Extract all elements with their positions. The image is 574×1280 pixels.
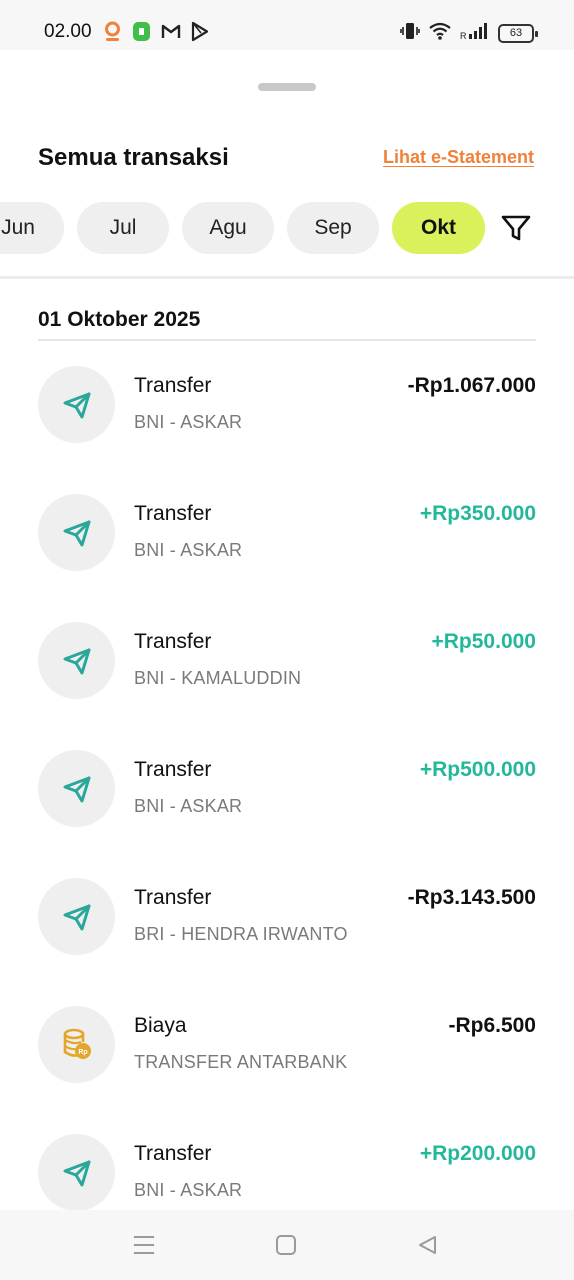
gmail-icon [161, 21, 181, 42]
month-filter: Jun Jul Agu Sep Okt [0, 202, 574, 254]
transaction-type: Transfer [134, 630, 212, 653]
status-icons-left [103, 21, 209, 42]
transaction-description: BNI - ASKAR [134, 412, 243, 432]
paper-plane-icon [38, 366, 115, 443]
svg-text:Rp: Rp [78, 1049, 87, 1056]
wifi-icon [428, 21, 452, 46]
system-nav-bar [0, 1210, 574, 1280]
filter-icon[interactable] [500, 212, 532, 244]
paper-plane-icon [38, 750, 115, 827]
paper-plane-icon [38, 878, 115, 955]
transaction-amount: -Rp1.067.000 [407, 374, 536, 397]
page-title: Semua transaksi [38, 144, 229, 171]
transaction-amount: -Rp6.500 [448, 1014, 536, 1037]
coins-icon: Rp [38, 1006, 115, 1083]
month-chip-jul[interactable]: Jul [77, 202, 169, 254]
transaction-item[interactable]: Rp Biaya TRANSFER ANTARBANK -Rp6.500 [0, 1006, 574, 1134]
transaction-description: TRANSFER ANTARBANK [134, 1052, 348, 1072]
back-icon[interactable] [414, 1232, 440, 1258]
play-icon [190, 21, 209, 42]
transaction-type: Transfer [134, 886, 212, 909]
transaction-type: Transfer [134, 374, 212, 397]
transaction-item[interactable]: Transfer BRI - HENDRA IRWANTO -Rp3.143.5… [0, 878, 574, 1006]
transaction-description: BRI - HENDRA IRWANTO [134, 924, 348, 944]
divider [0, 276, 574, 279]
date-divider [38, 339, 536, 341]
transaction-description: BNI - ASKAR [134, 540, 243, 560]
transaction-item[interactable]: Transfer BNI - ASKAR -Rp1.067.000 [0, 366, 574, 494]
paper-plane-icon [38, 622, 115, 699]
transaction-type: Transfer [134, 502, 212, 525]
paper-plane-icon [38, 1134, 115, 1210]
transaction-type: Transfer [134, 1142, 212, 1165]
month-chip-okt[interactable]: Okt [392, 202, 485, 254]
transaction-description: BNI - KAMALUDDIN [134, 668, 302, 688]
transaction-amount: +Rp200.000 [419, 1142, 536, 1165]
status-icons-right: R 63 [400, 21, 538, 46]
transaction-description: BNI - ASKAR [134, 1180, 243, 1200]
transaction-amount: +Rp500.000 [419, 758, 536, 781]
signal-icon: R [460, 21, 490, 46]
transaction-description: BNI - ASKAR [134, 796, 243, 816]
battery-icon: 63 [498, 24, 538, 43]
transactions-sheet: Semua transaksi Lihat e-Statement Jun Ju… [0, 50, 574, 1210]
home-icon[interactable] [273, 1232, 299, 1258]
transaction-type: Biaya [134, 1014, 187, 1037]
location-icon [103, 21, 122, 42]
paper-plane-icon [38, 494, 115, 571]
drag-handle[interactable] [258, 83, 316, 91]
transaction-item[interactable]: Transfer BNI - ASKAR +Rp500.000 [0, 750, 574, 878]
menu-icon[interactable] [131, 1232, 157, 1258]
vibrate-icon [400, 21, 420, 46]
transaction-amount: +Rp350.000 [419, 502, 536, 525]
month-chip-sep[interactable]: Sep [287, 202, 379, 254]
transaction-item[interactable]: Transfer BNI - KAMALUDDIN +Rp50.000 [0, 622, 574, 750]
transaction-item[interactable]: Transfer BNI - ASKAR +Rp350.000 [0, 494, 574, 622]
estatement-link[interactable]: Lihat e-Statement [383, 147, 534, 168]
transaction-item[interactable]: Transfer BNI - ASKAR +Rp200.000 [0, 1134, 574, 1210]
status-time: 02.00 [44, 21, 92, 42]
svg-text:R: R [460, 31, 467, 41]
transaction-type: Transfer [134, 758, 212, 781]
transaction-amount: +Rp50.000 [431, 630, 537, 653]
date-header: 01 Oktober 2025 [38, 308, 201, 331]
app-icon [132, 21, 151, 42]
transaction-amount: -Rp3.143.500 [407, 886, 536, 909]
status-bar: 02.00 R 63 [0, 0, 574, 50]
month-chip-agu[interactable]: Agu [182, 202, 274, 254]
month-chip-jun[interactable]: Jun [0, 202, 64, 254]
